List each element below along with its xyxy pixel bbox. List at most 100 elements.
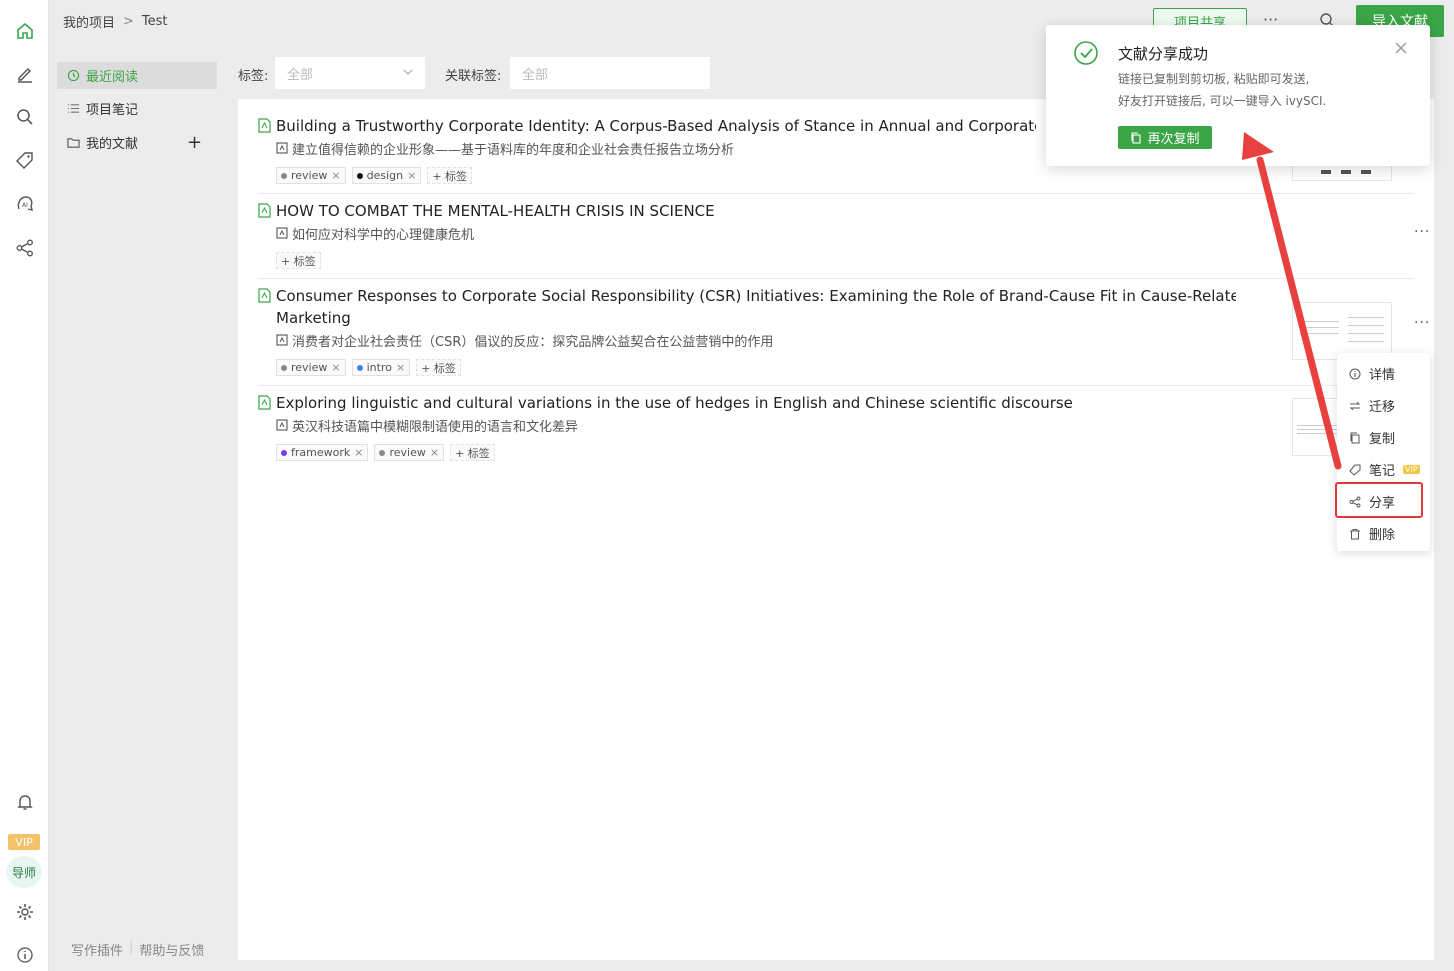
translate-icon	[276, 141, 288, 154]
tag-name: intro	[366, 361, 392, 374]
help-feedback-link[interactable]: 帮助与反馈	[139, 940, 204, 959]
tag-list: review × design × + 标签	[276, 167, 473, 184]
related-tag-filter-select[interactable]: 全部	[510, 57, 710, 89]
footer-separator: |	[129, 940, 134, 955]
pdf-icon	[258, 203, 271, 218]
tag-chip[interactable]: review ×	[276, 167, 346, 184]
info-icon[interactable]	[13, 943, 36, 966]
literature-translation: 建立值得信赖的企业形象——基于语料库的年度和企业社会责任报告立场分析	[276, 139, 734, 158]
project-sidebar: 最近阅读 项目笔记 我的文献 + 写作插件 | 帮助与反馈	[49, 42, 229, 971]
sidebar-item-label: 最近阅读	[86, 70, 139, 85]
menu-item-label: 删除	[1369, 528, 1396, 543]
breadcrumb-root[interactable]: 我的项目	[63, 12, 115, 31]
remove-tag-icon[interactable]: ×	[354, 446, 363, 459]
toast-title: 文献分享成功	[1118, 45, 1209, 63]
home-icon[interactable]	[13, 19, 36, 42]
literature-title-continued[interactable]: Marketing	[276, 307, 351, 329]
check-circle-icon	[1074, 41, 1098, 65]
literature-title[interactable]: Building a Trustworthy Corporate Identit…	[276, 115, 1036, 137]
gear-icon[interactable]	[13, 900, 36, 923]
literature-translation: 英汉科技语篇中模糊限制语使用的语言和文化差异	[276, 416, 578, 435]
translate-icon	[276, 333, 288, 346]
menu-item-note[interactable]: 笔记 VIP	[1349, 460, 1420, 479]
literature-thumbnail[interactable]	[1292, 302, 1392, 360]
menu-item-label: 笔记	[1369, 464, 1396, 479]
menu-item-details[interactable]: 详情	[1349, 364, 1395, 383]
tag-chip[interactable]: intro ×	[351, 359, 411, 376]
vip-badge[interactable]: VIP	[8, 834, 40, 850]
tag-list: framework × review × + 标签	[276, 444, 495, 461]
sidebar-item-notes[interactable]: 项目笔记	[57, 95, 217, 122]
mentor-button[interactable]: 导师	[6, 856, 42, 888]
tag-name: review	[291, 361, 328, 374]
translate-icon	[276, 226, 288, 239]
copy-again-button[interactable]: 再次复制	[1118, 126, 1212, 149]
remove-tag-icon[interactable]: ×	[331, 169, 340, 182]
literature-title[interactable]: HOW TO COMBAT THE MENTAL-HEALTH CRISIS I…	[276, 200, 715, 222]
add-tag-button[interactable]: + 标签	[427, 167, 473, 184]
menu-item-label: 详情	[1369, 368, 1396, 383]
literature-title[interactable]: Consumer Responses to Corporate Social R…	[276, 285, 1236, 307]
remove-tag-icon[interactable]: ×	[430, 446, 439, 459]
share-network-icon[interactable]	[13, 236, 36, 259]
remove-tag-icon[interactable]: ×	[396, 361, 405, 374]
writing-plugin-link[interactable]: 写作插件	[71, 940, 123, 959]
sidebar-item-label: 项目笔记	[86, 103, 139, 118]
tag-name: review	[389, 446, 426, 459]
add-tag-button[interactable]: + 标签	[450, 444, 495, 461]
literature-translation: 如何应对科学中的心理健康危机	[276, 224, 474, 243]
more-options-icon[interactable]: ···	[1414, 315, 1430, 331]
breadcrumb-current: Test	[141, 14, 168, 29]
tag-filter-value: 全部	[287, 67, 314, 83]
sidebar-item-recent[interactable]: 最近阅读	[57, 62, 217, 89]
tag-chip[interactable]: framework ×	[276, 444, 369, 461]
close-icon[interactable]	[1394, 41, 1408, 55]
note-tag-icon	[1349, 464, 1361, 476]
more-options-icon[interactable]: ···	[1414, 224, 1430, 240]
pdf-icon	[258, 118, 271, 133]
literature-title[interactable]: Exploring linguistic and cultural variat…	[276, 392, 1073, 414]
folder-icon	[67, 138, 80, 148]
tag-icon[interactable]	[13, 148, 36, 171]
related-tag-filter-label: 关联标签:	[445, 69, 502, 84]
bell-icon[interactable]	[13, 790, 36, 813]
edit-icon[interactable]	[13, 62, 36, 85]
share-highlight-box	[1335, 482, 1423, 518]
menu-item-move[interactable]: 迁移	[1349, 396, 1395, 415]
add-tag-button[interactable]: + 标签	[276, 252, 321, 269]
ai-icon[interactable]: AI	[13, 192, 36, 215]
breadcrumb-separator-icon: >	[123, 14, 134, 29]
list-item[interactable]: Consumer Responses to Corporate Social R…	[258, 279, 1429, 386]
menu-item-label: 复制	[1369, 432, 1396, 447]
tag-filter-select[interactable]: 全部	[275, 57, 425, 89]
literature-list: Building a Trustworthy Corporate Identit…	[238, 99, 1434, 960]
pdf-icon	[258, 288, 271, 303]
trash-icon	[1350, 528, 1360, 539]
breadcrumb: 我的项目 > Test	[63, 12, 168, 31]
clock-icon	[67, 69, 80, 82]
copy-again-label: 再次复制	[1147, 132, 1200, 147]
list-icon	[67, 104, 80, 113]
tag-chip[interactable]: design ×	[351, 167, 422, 184]
copy-icon	[1350, 432, 1360, 443]
tag-chip[interactable]: review ×	[374, 444, 445, 461]
menu-item-delete[interactable]: 删除	[1349, 524, 1395, 543]
search-icon[interactable]	[13, 105, 36, 128]
tag-filter-label: 标签:	[238, 69, 269, 84]
related-tag-filter-value: 全部	[522, 67, 549, 83]
tag-chip[interactable]: review ×	[276, 359, 346, 376]
vip-tag: VIP	[1403, 465, 1420, 474]
list-item[interactable]: HOW TO COMBAT THE MENTAL-HEALTH CRISIS I…	[258, 194, 1429, 279]
menu-item-copy[interactable]: 复制	[1349, 428, 1395, 447]
remove-tag-icon[interactable]: ×	[331, 361, 340, 374]
remove-tag-icon[interactable]: ×	[407, 169, 416, 182]
add-folder-button[interactable]: +	[187, 132, 202, 153]
toast-message-line2: 好友打开链接后, 可以一键导入 ivySCI.	[1118, 94, 1327, 108]
context-menu: 详情 迁移 复制 笔记 VIP 分享 删除	[1337, 353, 1430, 551]
translation-text: 如何应对科学中的心理健康危机	[292, 228, 475, 243]
list-item[interactable]: Exploring linguistic and cultural variat…	[258, 386, 1414, 471]
translation-text: 消费者对企业社会责任（CSR）倡议的反应：探究品牌公益契合在公益营销中的作用	[292, 335, 774, 350]
tag-name: design	[366, 169, 404, 182]
tag-list: review × intro × + 标签	[276, 359, 461, 376]
add-tag-button[interactable]: + 标签	[416, 359, 461, 376]
